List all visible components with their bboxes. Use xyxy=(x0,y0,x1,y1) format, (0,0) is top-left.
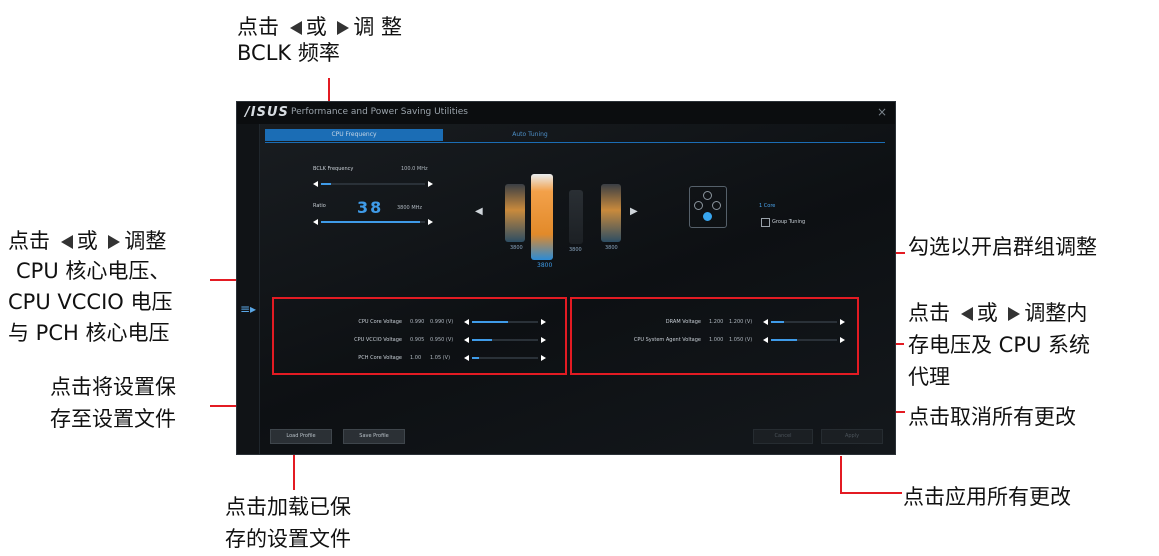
annotation-bclk: 点击 或 调 整 BCLK 频率 xyxy=(237,14,402,66)
bclk-label: BCLK Frequency xyxy=(313,166,354,172)
ratio-label: Ratio xyxy=(313,203,326,209)
highlight-box-memory-voltage xyxy=(570,297,859,375)
annotation-text: 点击将设置保 xyxy=(50,375,176,399)
core-dot-icon[interactable] xyxy=(703,191,712,200)
ratio-slider[interactable] xyxy=(313,219,433,225)
core-bar xyxy=(601,184,621,242)
annotation-text: 点击 xyxy=(8,229,50,253)
annotation-text: 调整 xyxy=(124,229,167,253)
annotation-memory: 点击 或 调整内 xyxy=(908,300,1087,326)
core-next-button[interactable]: ▶ xyxy=(630,206,638,217)
ratio-frequency: 3800 MHz xyxy=(397,205,423,211)
bclk-increase-button[interactable] xyxy=(428,181,433,187)
sidebar: ≡▸ xyxy=(237,124,260,454)
tab-cpu-frequency[interactable]: CPU Frequency xyxy=(265,129,443,141)
annotation-text: 存至设置文件 xyxy=(50,407,176,431)
core-label: 3800 xyxy=(605,245,618,251)
core-bar xyxy=(531,174,553,260)
annotation-text: 调 整 xyxy=(353,15,403,39)
title-bar: /ISUS Performance and Power Saving Utili… xyxy=(237,102,895,124)
left-arrow-icon xyxy=(960,307,973,321)
highlight-box-cpu-voltage xyxy=(272,297,567,375)
core-label: 3800 xyxy=(510,245,523,251)
tab-divider xyxy=(265,142,885,143)
annotation-text: 点击 xyxy=(237,15,279,39)
left-arrow-icon xyxy=(289,21,302,35)
annotation-text: 或 xyxy=(305,15,327,39)
cancel-button[interactable]: Cancel xyxy=(753,429,813,444)
annotation-text: 存电压及 CPU 系统 xyxy=(908,333,1091,357)
close-icon[interactable]: × xyxy=(877,105,887,119)
menu-icon[interactable]: ≡▸ xyxy=(240,302,256,316)
bclk-value: 100.0 MHz xyxy=(401,166,428,172)
annotation-text: 点击取消所有更改 xyxy=(908,405,1076,429)
callout-line xyxy=(840,492,902,494)
annotation-text: 存的设置文件 xyxy=(225,527,351,551)
annotation-text: 点击应用所有更改 xyxy=(903,485,1071,509)
core-bar xyxy=(569,190,583,244)
annotation-text: 与 PCH 核心电压 xyxy=(8,321,170,345)
group-tuning-checkbox[interactable] xyxy=(761,218,770,227)
annotation-text: 点击加载已保 xyxy=(225,495,351,519)
core-bar xyxy=(505,184,525,242)
left-arrow-icon xyxy=(60,235,73,249)
bclk-decrease-button[interactable] xyxy=(313,181,318,187)
core-prev-button[interactable]: ◀ xyxy=(475,206,483,217)
tab-auto-tuning[interactable]: Auto Tuning xyxy=(445,129,615,141)
annotation-text: BCLK 频率 xyxy=(237,41,340,65)
annotation-text: CPU 核心电压、 xyxy=(16,259,171,283)
group-tuning-label: Group Tuning xyxy=(772,219,806,225)
ratio-increase-button[interactable] xyxy=(428,219,433,225)
callout-line xyxy=(840,456,842,494)
slider-fill xyxy=(321,183,331,185)
slider-track xyxy=(321,183,425,185)
annotation-text: 勾选以开启群组调整 xyxy=(908,235,1097,259)
annotation-text: 或 xyxy=(76,229,98,253)
annotation-text: 代理 xyxy=(908,365,950,389)
app-window: /ISUS Performance and Power Saving Utili… xyxy=(236,101,896,455)
right-arrow-icon xyxy=(1008,307,1021,321)
apply-button[interactable]: Apply xyxy=(821,429,883,444)
core-dot-icon[interactable] xyxy=(703,212,712,221)
ratio-decrease-button[interactable] xyxy=(313,219,318,225)
window-title: Performance and Power Saving Utilities xyxy=(291,107,468,117)
asus-logo: /ISUS xyxy=(245,105,289,120)
ratio-value: 38 xyxy=(357,198,384,217)
core-dot-icon[interactable] xyxy=(694,201,703,210)
annotation-text: CPU VCCIO 电压 xyxy=(8,290,173,314)
core-selector[interactable] xyxy=(689,186,727,228)
slider-fill xyxy=(321,221,420,223)
load-profile-button[interactable]: Load Profile xyxy=(270,429,332,444)
core-dot-icon[interactable] xyxy=(712,201,721,210)
cores-label: 1 Core xyxy=(759,203,776,209)
right-arrow-icon xyxy=(337,21,350,35)
core-label: 3800 xyxy=(569,247,582,253)
core-label: 3800 xyxy=(537,262,553,269)
right-arrow-icon xyxy=(108,235,121,249)
annotation-voltage: 点击 或 调整 xyxy=(8,228,166,254)
annotation-text: 点击 xyxy=(908,301,950,325)
annotation-text: 调整内 xyxy=(1024,301,1088,325)
bclk-slider[interactable] xyxy=(313,181,433,187)
annotation-text: 或 xyxy=(976,301,998,325)
save-profile-button[interactable]: Save Profile xyxy=(343,429,405,444)
